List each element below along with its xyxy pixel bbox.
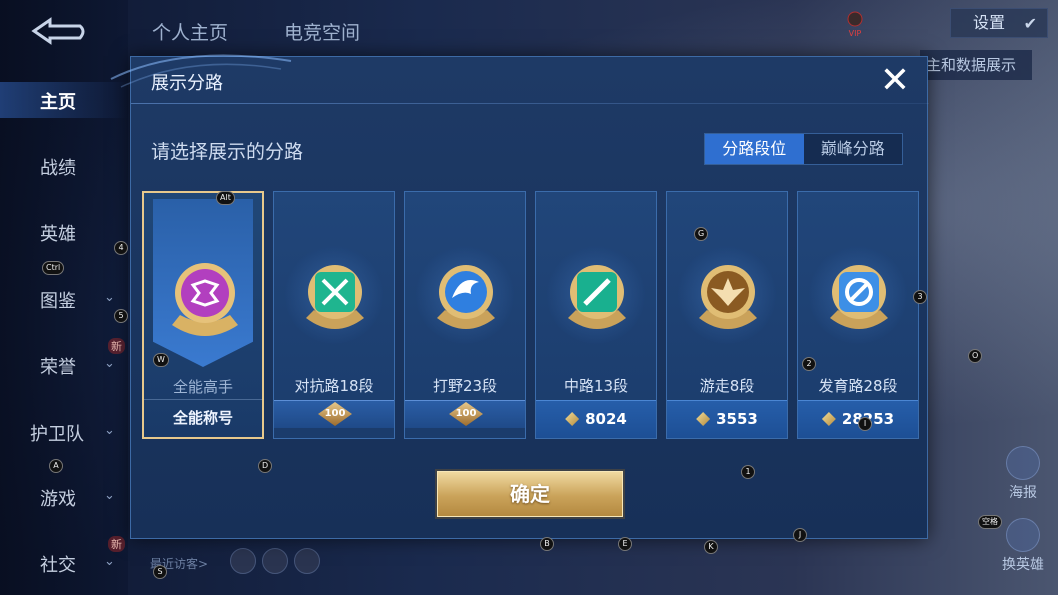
- lane-card-farm[interactable]: 发育路28段 28253: [797, 191, 919, 439]
- lane-name: 发育路28段: [818, 377, 898, 395]
- key-hint: S: [153, 565, 167, 579]
- visitor-avatar[interactable]: [262, 548, 288, 574]
- chevron-down-icon: ⌄: [104, 423, 115, 438]
- settings-label: 设置: [973, 13, 1006, 32]
- dialog-title: 展示分路: [151, 73, 223, 94]
- segment-control: 分路段位 巅峰分路: [704, 133, 903, 165]
- key-hint: 1: [741, 465, 755, 479]
- poster-icon: [1006, 446, 1040, 480]
- key-hint: 空格: [978, 515, 1002, 529]
- lane-score: 3553: [667, 400, 787, 438]
- key-hint: K: [704, 540, 718, 554]
- allround-emblem-icon: [172, 263, 238, 336]
- nav-item-guard-team[interactable]: 护卫队: [30, 420, 84, 446]
- roam-emblem-icon: [699, 265, 757, 329]
- nav-item-record[interactable]: 战绩: [40, 154, 76, 180]
- key-hint: Ctrl: [42, 261, 65, 275]
- chevron-down-icon: ⌄: [104, 488, 115, 503]
- dialog-prompt: 请选择展示的分路: [151, 141, 304, 163]
- chevron-down-icon: ⌄: [104, 554, 115, 569]
- chevron-down-icon: ⌄: [104, 290, 115, 305]
- svg-text:VIP: VIP: [849, 29, 862, 38]
- check-icon: ✔: [1023, 14, 1037, 33]
- swap-hero-label: 换英雄: [1002, 557, 1044, 573]
- nav-item-codex[interactable]: 图鉴: [40, 287, 76, 313]
- lane-card-clash[interactable]: 对抗路18段 100: [273, 191, 395, 439]
- nav-item-heroes[interactable]: 英雄: [40, 220, 76, 246]
- key-hint: 3: [913, 290, 927, 304]
- poster-label: 海报: [1009, 485, 1037, 501]
- visitor-avatar[interactable]: [294, 548, 320, 574]
- lane-card-allround[interactable]: 全能高手 全能称号: [142, 191, 264, 439]
- chevron-down-icon: ⌄: [104, 356, 115, 371]
- key-hint: B: [540, 537, 554, 551]
- score-icon: [696, 412, 711, 426]
- nav-item-honor[interactable]: 荣誉: [40, 353, 76, 379]
- close-icon[interactable]: ✕: [875, 63, 915, 103]
- lane-card-mid[interactable]: 中路13段 8024: [535, 191, 657, 439]
- key-hint: A: [49, 459, 63, 473]
- segment-peak-lane[interactable]: 巅峰分路: [804, 134, 903, 164]
- key-hint: Alt: [216, 191, 235, 205]
- swap-hero-icon: [1006, 518, 1040, 552]
- nav-item-social[interactable]: 社交: [40, 551, 76, 577]
- lane-name: 对抗路18段: [294, 377, 374, 395]
- mid-lane-emblem-icon: [568, 265, 626, 329]
- lane-score: 8024: [536, 400, 656, 438]
- background-panel-text: 主和数据展示: [920, 50, 1032, 80]
- lane-name: 游走8段: [699, 377, 755, 395]
- poster-button[interactable]: 海报: [998, 446, 1048, 502]
- vip-icon: VIP: [847, 11, 863, 38]
- new-badge: 新: [108, 536, 125, 552]
- lane-card-jungle[interactable]: 打野23段 100: [404, 191, 526, 439]
- key-hint: 5: [114, 309, 128, 323]
- score-icon: [821, 412, 836, 426]
- key-hint: 4: [114, 241, 128, 255]
- score-icon: [565, 412, 580, 426]
- title-divider: [131, 103, 929, 104]
- lane-name: 打野23段: [432, 377, 498, 395]
- key-hint: 2: [802, 357, 816, 371]
- new-badge: 新: [108, 338, 125, 354]
- settings-button[interactable]: 设置 ✔: [950, 8, 1048, 38]
- segment-lane-rank[interactable]: 分路段位: [705, 134, 804, 164]
- lane-display-dialog: 展示分路 ✕ 请选择展示的分路 分路段位 巅峰分路 全能高手 全能称号 对抗路1…: [110, 54, 929, 539]
- clash-lane-emblem-icon: [306, 265, 364, 329]
- key-hint: E: [618, 537, 632, 551]
- lane-name: 中路13段: [563, 377, 629, 395]
- lane-card-roam[interactable]: 游走8段 3553: [666, 191, 788, 439]
- lane-score: 28253: [798, 400, 918, 438]
- back-arrow-icon[interactable]: [30, 16, 88, 46]
- farm-lane-emblem-icon: [830, 265, 888, 329]
- lane-name: 全能高手: [172, 378, 233, 396]
- key-hint: J: [793, 528, 807, 542]
- jungle-emblem-icon: [437, 265, 495, 329]
- lane-footer-title: 全能称号: [144, 399, 262, 437]
- swap-hero-button[interactable]: 换英雄: [998, 518, 1048, 574]
- key-hint: I: [858, 417, 872, 431]
- key-hint: W: [153, 353, 169, 367]
- visitor-avatar[interactable]: [230, 548, 256, 574]
- confirm-button[interactable]: 确定: [437, 471, 623, 517]
- nav-item-home[interactable]: 主页: [40, 88, 76, 114]
- nav-item-game[interactable]: 游戏: [40, 485, 76, 511]
